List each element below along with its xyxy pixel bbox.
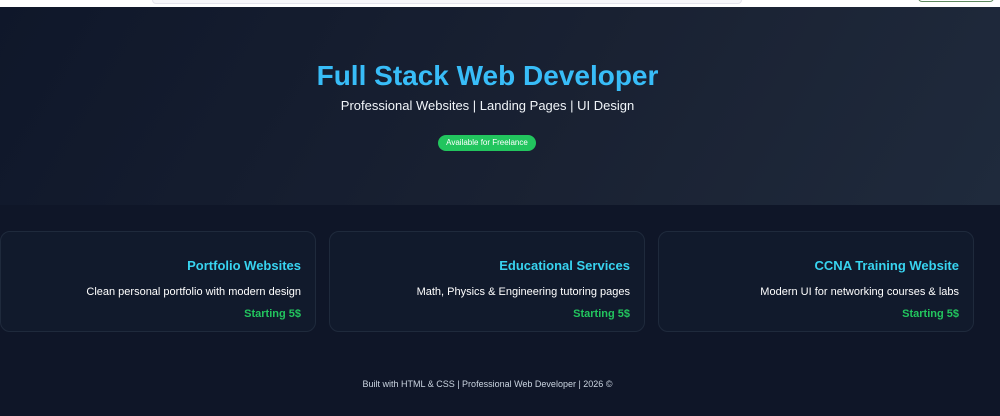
service-title: Educational Services xyxy=(499,258,630,273)
service-card-portfolio: Portfolio Websites Clean personal portfo… xyxy=(0,231,316,332)
service-card-ccna: CCNA Training Website Modern UI for netw… xyxy=(658,231,974,332)
service-title: Portfolio Websites xyxy=(187,258,301,273)
footer-text: Built with HTML & CSS | Professional Web… xyxy=(362,379,613,389)
hero-title: Full Stack Web Developer xyxy=(316,60,659,91)
service-price: Starting 5$ xyxy=(902,308,959,320)
hero-subtitle: Professional Websites | Landing Pages | … xyxy=(340,98,635,113)
freelance-badge: Available for Freelance xyxy=(438,135,536,151)
service-description: Clean personal portfolio with modern des… xyxy=(86,286,301,298)
browser-top-bar xyxy=(0,0,1000,7)
hero-section: Full Stack Web Developer Professional We… xyxy=(0,7,1000,205)
service-title: CCNA Training Website xyxy=(814,258,959,273)
service-description: Modern UI for networking courses & labs xyxy=(760,286,959,298)
top-button[interactable] xyxy=(918,0,994,2)
service-price: Starting 5$ xyxy=(573,308,630,320)
service-description: Math, Physics & Engineering tutoring pag… xyxy=(416,286,630,298)
address-input[interactable] xyxy=(152,0,742,4)
service-price: Starting 5$ xyxy=(244,308,301,320)
service-card-educational: Educational Services Math, Physics & Eng… xyxy=(329,231,645,332)
